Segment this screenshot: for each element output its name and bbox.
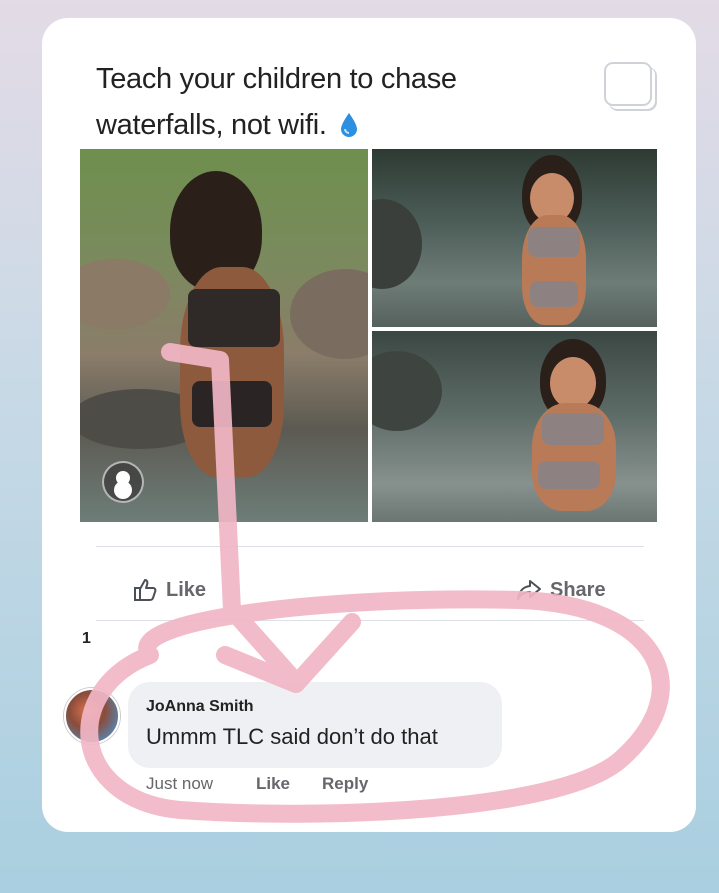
thumbs-up-icon — [134, 579, 157, 601]
rock-shape — [372, 199, 422, 289]
post-caption: Teach your children to chase waterfalls,… — [96, 56, 536, 148]
rock-shape — [80, 259, 170, 329]
comment-bubble: JoAnna Smith Ummm TLC said don’t do that — [128, 682, 502, 768]
post-caption-line-1: Teach your children to chase — [96, 63, 457, 95]
rock-shape — [290, 269, 368, 359]
comment-reply-button[interactable]: Reply — [322, 774, 368, 794]
comment-author[interactable]: JoAnna Smith — [146, 698, 254, 716]
share-label: Share — [550, 578, 606, 601]
comment-like-button[interactable]: Like — [256, 774, 290, 794]
divider — [96, 620, 644, 621]
select-checkbox[interactable] — [604, 62, 652, 106]
rock-shape — [372, 351, 442, 431]
tag-person-icon[interactable] — [102, 461, 144, 503]
photo-large[interactable] — [80, 149, 368, 522]
share-arrow-icon — [517, 580, 541, 600]
comment-text: Ummm TLC said don’t do that — [146, 724, 438, 749]
photo-bottom-right[interactable] — [372, 331, 657, 522]
like-button[interactable]: Like — [132, 570, 206, 610]
post-caption-line-2: waterfalls, not wifi. — [96, 109, 327, 141]
like-label: Like — [166, 578, 207, 601]
comment-timestamp: Just now — [146, 774, 214, 793]
divider — [96, 546, 644, 547]
photo-top-right[interactable] — [372, 149, 657, 327]
avatar[interactable] — [64, 688, 120, 744]
photo-collage[interactable] — [80, 149, 657, 522]
share-button[interactable]: Share — [516, 570, 606, 610]
post-actions-bar: Like Share — [96, 570, 644, 610]
droplet-icon — [340, 106, 358, 137]
comment-count: 1 — [82, 630, 91, 647]
